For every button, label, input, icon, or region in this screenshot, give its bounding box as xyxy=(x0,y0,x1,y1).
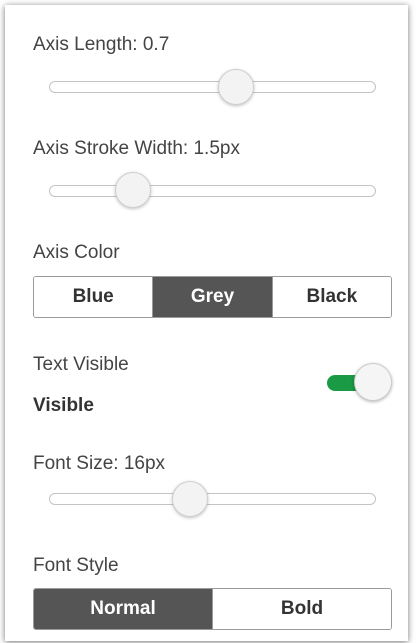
font-style-label: Font Style xyxy=(33,555,119,576)
settings-panel: Axis Length: 0.7 Axis Stroke Width: 1.5p… xyxy=(5,5,408,641)
font-style-bold-button[interactable]: Bold xyxy=(213,589,391,629)
axis-stroke-width-label: Axis Stroke Width: 1.5px xyxy=(33,138,240,159)
text-visible-toggle-knob[interactable] xyxy=(354,363,392,401)
text-visible-state: Visible xyxy=(33,395,94,416)
axis-color-label: Axis Color xyxy=(33,242,120,263)
axis-stroke-width-slider-thumb[interactable] xyxy=(115,172,151,208)
axis-length-label: Axis Length: 0.7 xyxy=(33,34,170,55)
axis-stroke-width-slider-track[interactable] xyxy=(49,185,376,197)
font-size-slider-track[interactable] xyxy=(49,493,376,505)
axis-color-grey-button[interactable]: Grey xyxy=(153,277,273,317)
font-size-slider-thumb[interactable] xyxy=(172,481,208,517)
axis-length-slider-thumb[interactable] xyxy=(218,69,254,105)
axis-color-blue-button[interactable]: Blue xyxy=(34,277,154,317)
font-size-label: Font Size: 16px xyxy=(33,453,166,474)
axis-color-black-button[interactable]: Black xyxy=(272,277,391,317)
axis-length-slider-track[interactable] xyxy=(49,81,376,93)
font-style-segmented-control: Normal Bold xyxy=(33,588,392,630)
axis-color-segmented-control: Blue Grey Black xyxy=(33,276,392,318)
text-visible-label: Text Visible xyxy=(33,354,129,375)
font-style-normal-button[interactable]: Normal xyxy=(34,589,213,629)
